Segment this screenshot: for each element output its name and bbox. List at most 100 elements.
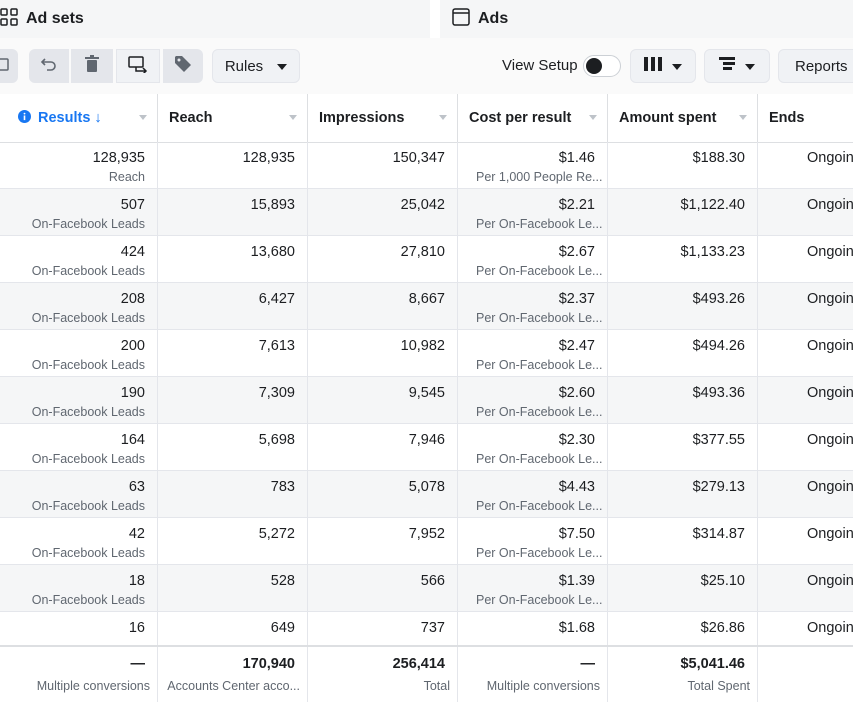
cost-type: Per On-Facebook Le... — [476, 452, 603, 466]
cost-value: $2.37 — [558, 291, 595, 307]
table-row[interactable]: 128,935 Reach 128,935 150,347 $1.46 Per 1,… — [0, 142, 853, 189]
total-spent: $5,041.46 — [680, 656, 745, 672]
total-reach: 170,940 — [242, 656, 295, 672]
total-impressions-label: Total — [423, 679, 450, 693]
results-value: 208 — [120, 291, 145, 307]
table-row[interactable]: 200 On-Facebook Leads 7,613 10,982 $2.47 P… — [0, 330, 853, 377]
total-impressions: 256,414 — [392, 656, 445, 672]
view-setup-toggle[interactable] — [583, 55, 621, 77]
reach-value: 15,893 — [250, 197, 295, 213]
spent-value: $279.13 — [692, 479, 745, 495]
table-row[interactable]: 18 On-Facebook Leads 528 566 $1.39 Per On-… — [0, 565, 853, 612]
impressions-value: 9,545 — [408, 385, 445, 401]
column-header-cost-label: Cost per result — [469, 110, 572, 126]
table-row[interactable]: 208 On-Facebook Leads 6,427 8,667 $2.37 Pe… — [0, 283, 853, 330]
column-header-results[interactable]: Results ↓ — [0, 94, 158, 142]
tab-ads-label: Ads — [478, 10, 509, 27]
cost-value: $2.21 — [558, 197, 595, 213]
toolbar: Rules View Setup Reports — [0, 38, 853, 95]
duplicate-button[interactable] — [0, 49, 18, 83]
spent-value: $314.87 — [692, 526, 745, 542]
columns-icon — [644, 56, 662, 76]
impressions-value: 10,982 — [400, 338, 445, 354]
column-header-results-label: Results ↓ — [38, 110, 102, 126]
impressions-value: 5,078 — [408, 479, 445, 495]
cost-type: Per On-Facebook Le... — [476, 311, 603, 325]
column-header-reach[interactable]: Reach — [158, 94, 308, 142]
tag-button[interactable] — [163, 49, 203, 83]
grid-icon — [0, 7, 18, 31]
ends-value: Ongoin — [807, 479, 853, 495]
ends-value: Ongoin — [807, 526, 853, 542]
cost-type: Per On-Facebook Le... — [476, 546, 603, 560]
copy-icon — [0, 56, 11, 77]
cost-value: $2.60 — [558, 385, 595, 401]
table-row[interactable]: 63 On-Facebook Leads 783 5,078 $4.43 Per O… — [0, 471, 853, 518]
cost-type: Per On-Facebook Le... — [476, 405, 603, 419]
impressions-value: 8,667 — [408, 291, 445, 307]
tab-ad-sets[interactable]: Ad sets — [0, 0, 430, 38]
table-row[interactable]: 507 On-Facebook Leads 15,893 25,042 $2.21… — [0, 189, 853, 236]
total-cost: — — [580, 656, 596, 672]
cost-type: Per On-Facebook Le... — [476, 499, 603, 513]
total-results: — — [130, 656, 146, 672]
totals-row: — Multiple conversions 170,940 Accounts Ce… — [0, 645, 853, 702]
reports-button[interactable]: Reports — [778, 49, 853, 83]
reach-value: 5,698 — [258, 432, 295, 448]
column-header-cost-per-result[interactable]: Cost per result — [458, 94, 608, 142]
results-type: On-Facebook Leads — [31, 405, 145, 419]
results-value: 128,935 — [92, 150, 145, 166]
caret-down-icon — [672, 57, 682, 75]
sort-caret-icon — [439, 115, 447, 120]
column-header-ends[interactable]: Ends — [758, 94, 853, 142]
table-row[interactable]: 16 649 737 $1.68 $26.86 Ongoin — [0, 612, 853, 645]
column-header-ends-label: Ends — [769, 110, 805, 126]
columns-dropdown[interactable] — [630, 49, 696, 83]
results-value: 164 — [120, 432, 145, 448]
tab-divider — [430, 0, 440, 38]
impressions-value: 566 — [420, 573, 445, 589]
column-header-reach-label: Reach — [169, 110, 213, 126]
results-value: 16 — [128, 620, 145, 636]
cost-value: $1.39 — [558, 573, 595, 589]
results-type: On-Facebook Leads — [31, 358, 145, 372]
reach-value: 7,613 — [258, 338, 295, 354]
column-header-impressions[interactable]: Impressions — [308, 94, 458, 142]
tag-icon — [174, 55, 192, 78]
cost-value: $7.50 — [558, 526, 595, 542]
impressions-value: 7,952 — [408, 526, 445, 542]
total-reach-label: Accounts Center acco... — [167, 679, 300, 693]
results-type: On-Facebook Leads — [31, 546, 145, 560]
table-row[interactable]: 42 On-Facebook Leads 5,272 7,952 $7.50 Per… — [0, 518, 853, 565]
ends-value: Ongoin — [807, 573, 853, 589]
table-row[interactable]: 190 On-Facebook Leads 7,309 9,545 $2.60 Pe… — [0, 377, 853, 424]
total-ends-cell — [758, 647, 853, 702]
impressions-value: 25,042 — [400, 197, 445, 213]
spent-value: $25.10 — [700, 573, 745, 589]
breakdown-dropdown[interactable] — [704, 49, 770, 83]
results-value: 424 — [120, 244, 145, 260]
table-row[interactable]: 424 On-Facebook Leads 13,680 27,810 $2.67… — [0, 236, 853, 283]
impressions-value: 7,946 — [408, 432, 445, 448]
ab-test-button[interactable] — [116, 49, 160, 83]
spent-value: $494.26 — [692, 338, 745, 354]
table-row[interactable]: 164 On-Facebook Leads 5,698 7,946 $2.30 Pe… — [0, 424, 853, 471]
reach-value: 13,680 — [250, 244, 295, 260]
column-header-spent-label: Amount spent — [619, 110, 717, 126]
rules-dropdown[interactable]: Rules — [212, 49, 300, 83]
ends-value: Ongoin — [807, 291, 853, 307]
delete-button[interactable] — [71, 49, 113, 83]
spent-value: $1,122.40 — [680, 197, 745, 213]
reach-value: 649 — [270, 620, 295, 636]
toggle-knob — [586, 58, 602, 74]
results-type: On-Facebook Leads — [31, 452, 145, 466]
results-value: 200 — [120, 338, 145, 354]
trash-icon — [84, 54, 100, 78]
ends-value: Ongoin — [807, 338, 853, 354]
reach-value: 783 — [270, 479, 295, 495]
reach-value: 128,935 — [242, 150, 295, 166]
column-header-amount-spent[interactable]: Amount spent — [608, 94, 758, 142]
undo-button[interactable] — [29, 49, 69, 83]
results-value: 18 — [128, 573, 145, 589]
tab-ads[interactable]: Ads — [440, 0, 853, 38]
